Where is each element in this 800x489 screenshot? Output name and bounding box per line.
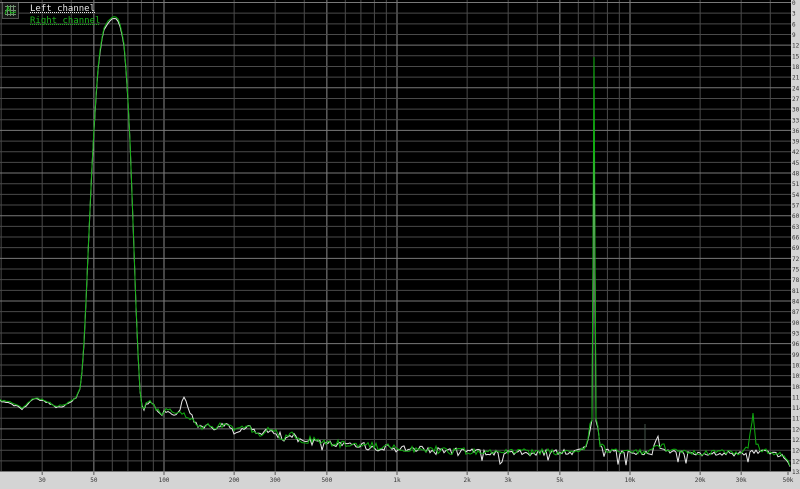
y-tick-label: 0 [792, 0, 796, 7]
x-tick-label: 500 [321, 477, 332, 484]
y-tick-label: 39 [792, 139, 800, 146]
y-tick-label: 60 [792, 213, 800, 220]
y-tick-label: 9 [792, 32, 796, 39]
y-tick-label: 75 [792, 267, 800, 274]
y-tick-label: 27 [792, 96, 800, 103]
y-tick-label: 84 [792, 298, 800, 305]
x-tick-label: 1k [393, 477, 401, 484]
y-tick-label: 108 [792, 384, 800, 391]
y-tick-label: 132 [792, 469, 800, 476]
legend-item-right-channel: Right channel [30, 15, 100, 27]
y-tick-label: 69 [792, 245, 800, 252]
y-tick-label: 93 [792, 330, 800, 337]
x-tick-label: 50k [783, 477, 794, 484]
y-tick-label: 48 [792, 171, 800, 178]
y-tick-label: 6 [792, 21, 796, 28]
y-tick-label: 123 [792, 437, 800, 444]
y-tick-label: 129 [792, 458, 800, 465]
y-tick-label: 72 [792, 256, 800, 263]
y-tick-label: 42 [792, 149, 800, 156]
y-tick-label: 30 [792, 107, 800, 114]
legend-labels: Left channel Right channel [30, 2, 100, 27]
x-tick-label: 20k [695, 477, 706, 484]
spectrum-plot: 30501002003005001k2k3k5k10k20k30k50k0369… [0, 0, 800, 489]
y-tick-label: 78 [792, 277, 800, 284]
y-tick-label: 15 [792, 53, 800, 60]
x-tick-label: 10k [625, 477, 636, 484]
y-tick-label: 117 [792, 416, 800, 423]
y-tick-label: 126 [792, 448, 800, 455]
y-tick-label: 45 [792, 160, 800, 167]
y-tick-label: 111 [792, 394, 800, 401]
y-tick-label: 81 [792, 288, 800, 295]
y-tick-label: 12 [792, 43, 800, 50]
grid-chart-icon[interactable] [2, 2, 19, 19]
y-tick-label: 96 [792, 341, 800, 348]
y-tick-label: 102 [792, 362, 800, 369]
x-tick-label: 3k [505, 477, 513, 484]
x-tick-label: 5k [556, 477, 564, 484]
right-channel-trace [0, 17, 790, 466]
left-channel-trace [0, 19, 790, 467]
y-tick-label: 24 [792, 85, 800, 92]
y-tick-label: 18 [792, 64, 800, 71]
x-tick-label: 100 [159, 477, 170, 484]
legend-item-left-channel: Left channel [30, 3, 100, 15]
y-tick-label: 87 [792, 309, 800, 316]
y-tick-label: 99 [792, 352, 800, 359]
y-tick-label: 63 [792, 224, 800, 231]
y-tick-label: 114 [792, 405, 800, 412]
y-tick-label: 120 [792, 426, 800, 433]
spectrum-analyzer-window: 30501002003005001k2k3k5k10k20k30k50k0369… [0, 0, 800, 489]
y-tick-label: 3 [792, 11, 796, 18]
y-tick-label: 36 [792, 128, 800, 135]
y-tick-label: 54 [792, 192, 800, 199]
y-tick-label: 51 [792, 181, 800, 188]
y-tick-label: 105 [792, 373, 800, 380]
legend: Left channel Right channel [2, 2, 100, 27]
y-tick-label: 33 [792, 117, 800, 124]
y-tick-label: 66 [792, 235, 800, 242]
x-tick-label: 50 [90, 477, 98, 484]
y-tick-label: 21 [792, 75, 800, 82]
x-tick-label: 30 [39, 477, 47, 484]
x-tick-label: 30k [736, 477, 747, 484]
y-tick-label: 57 [792, 203, 800, 210]
x-tick-label: 200 [229, 477, 240, 484]
y-tick-label: 90 [792, 320, 800, 327]
x-tick-label: 300 [270, 477, 281, 484]
x-tick-label: 2k [464, 477, 472, 484]
